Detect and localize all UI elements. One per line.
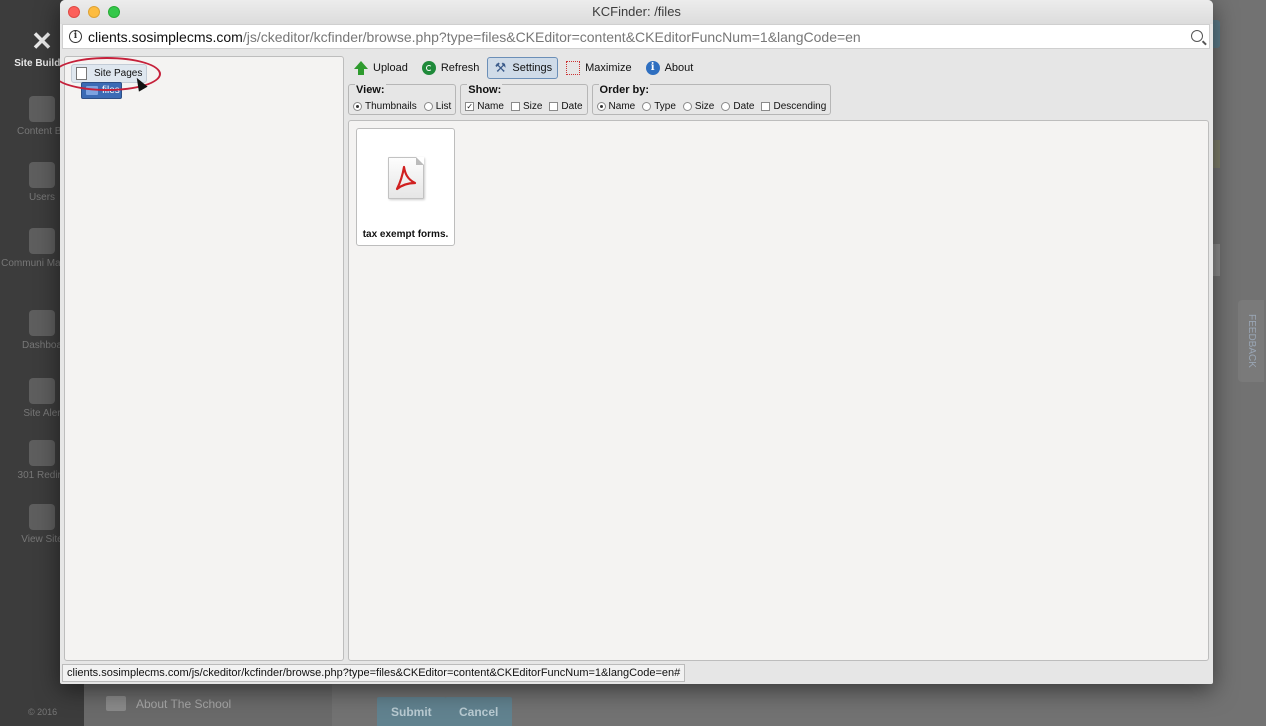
about-button[interactable]: i About — [640, 57, 700, 79]
name-checkbox[interactable]: ✓ — [465, 101, 475, 111]
pdf-icon — [388, 157, 424, 199]
order-name-radio[interactable] — [596, 101, 606, 111]
file-name: tax exempt forms. — [362, 229, 449, 240]
address-bar[interactable]: i clients.sosimplecms.com/js/ckeditor/kc… — [62, 24, 1210, 49]
toolbar: Upload Refresh ⚒ Settings Maximize i About — [348, 56, 699, 80]
upload-icon — [354, 61, 368, 75]
options-bar: View: Thumbnails List Show: ✓ Name Size D… — [348, 84, 832, 115]
grid-icon — [29, 96, 55, 122]
order-type-radio[interactable] — [642, 101, 652, 111]
show-name-option[interactable]: ✓ Name — [465, 101, 504, 112]
tools-icon: ✕ — [31, 26, 53, 56]
dashboard-icon — [29, 310, 55, 336]
submit-button[interactable]: Submit — [377, 697, 446, 726]
settings-button[interactable]: ⚒ Settings — [487, 57, 559, 79]
order-descending-option[interactable]: Descending — [761, 101, 826, 112]
minimize-window-button[interactable] — [88, 6, 100, 18]
order-date-option[interactable]: Date — [721, 101, 754, 112]
window-title: KCFinder: /files — [592, 4, 681, 19]
show-options: Show: ✓ Name Size Date — [460, 84, 588, 115]
search-icon[interactable] — [1191, 30, 1203, 42]
close-window-button[interactable] — [68, 6, 80, 18]
maximize-window-button[interactable] — [108, 6, 120, 18]
order-size-radio[interactable] — [682, 101, 692, 111]
file-list: tax exempt forms. — [348, 120, 1209, 661]
about-icon: i — [645, 61, 660, 75]
order-name-option[interactable]: Name — [596, 101, 635, 112]
view-list-option[interactable]: List — [423, 101, 451, 112]
folder-tree: Site Pages files — [60, 56, 344, 661]
file-item[interactable]: tax exempt forms. — [356, 128, 455, 246]
upload-button[interactable]: Upload — [348, 57, 414, 79]
external-icon — [29, 504, 55, 530]
background-field — [1212, 244, 1220, 276]
thumbnails-radio[interactable] — [353, 101, 362, 111]
feedback-tab[interactable]: FEEDBACK — [1238, 300, 1264, 382]
maximize-icon — [566, 61, 581, 75]
kcfinder-window: KCFinder: /files i clients.sosimplecms.c… — [60, 0, 1213, 684]
background-notice — [1212, 140, 1220, 168]
order-legend: Order by: — [598, 84, 651, 96]
user-icon — [29, 162, 55, 188]
community-icon — [29, 228, 55, 254]
status-bar: clients.sosimplecms.com/js/ckeditor/kcfi… — [62, 664, 686, 682]
show-size-option[interactable]: Size — [510, 101, 542, 112]
view-options: View: Thumbnails List — [348, 84, 457, 115]
view-legend: View: — [355, 84, 386, 96]
folder-files[interactable]: files — [81, 82, 122, 99]
folder-icon — [86, 86, 98, 95]
copyright: © 2016 — [28, 707, 58, 717]
tree-item-about[interactable]: About The School — [106, 696, 231, 711]
window-titlebar[interactable]: KCFinder: /files — [60, 0, 1213, 24]
date-checkbox[interactable] — [549, 101, 559, 111]
order-date-radio[interactable] — [721, 101, 731, 111]
order-size-option[interactable]: Size — [682, 101, 714, 112]
redirect-icon — [29, 440, 55, 466]
descending-checkbox[interactable] — [761, 101, 771, 111]
cancel-button[interactable]: Cancel — [445, 697, 513, 726]
wrench-icon: ⚒ — [494, 60, 507, 75]
maximize-button[interactable]: Maximize — [560, 57, 637, 79]
pages-icon — [76, 67, 92, 85]
url-path: /js/ckeditor/kcfinder/browse.php?type=fi… — [242, 28, 861, 45]
folder-icon — [106, 696, 126, 711]
window-controls — [68, 6, 120, 18]
order-options: Order by: Name Type Size Date Descending — [591, 84, 832, 115]
size-checkbox[interactable] — [510, 101, 520, 111]
refresh-icon — [421, 61, 436, 75]
list-radio[interactable] — [423, 101, 433, 111]
alert-icon — [29, 378, 55, 404]
refresh-button[interactable]: Refresh — [416, 57, 486, 79]
info-icon[interactable]: i — [69, 30, 82, 43]
show-date-option[interactable]: Date — [549, 101, 583, 112]
url-host: clients.sosimplecms.com — [88, 28, 243, 45]
order-type-option[interactable]: Type — [642, 101, 676, 112]
view-thumbnails-option[interactable]: Thumbnails — [353, 101, 417, 112]
show-legend: Show: — [467, 84, 503, 96]
